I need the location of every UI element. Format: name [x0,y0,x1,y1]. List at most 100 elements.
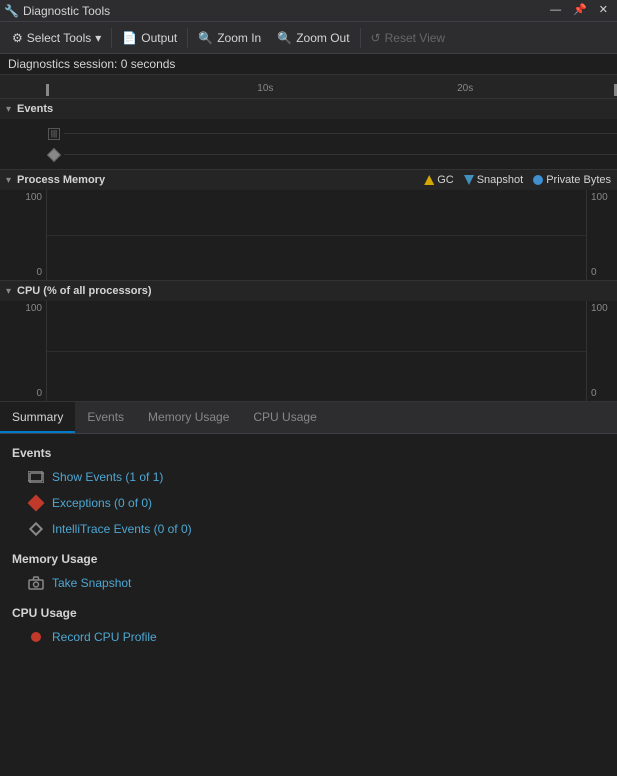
legend-gc: GC [424,174,454,186]
legend-private-bytes-label: Private Bytes [546,174,611,186]
process-memory-section: ▾ Process Memory GC Snapshot Private Byt… [0,170,617,281]
cpu-header: ▾ CPU (% of all processors) [0,281,617,301]
ruler-mark-20s: 20s [457,83,473,94]
events-header: ▾ Events [0,99,617,119]
process-memory-chart-area [46,190,587,280]
select-tools-label: Select Tools [27,31,91,45]
unpin-button[interactable]: 📌 [568,3,592,18]
summary-events-title: Events [0,442,617,464]
toolbar-separator-3 [360,28,361,48]
events-collapse-icon[interactable]: ▾ [6,104,11,115]
close-button[interactable]: ✕ [594,3,613,18]
cpu-chart-body: 100 0 100 0 [0,301,617,401]
title-bar-icon: 🔧 [4,4,19,18]
pm-y-right-bottom: 0 [591,267,597,278]
tab-memory-usage[interactable]: Memory Usage [136,402,241,433]
tab-summary-label: Summary [12,410,63,424]
toolbar-separator-1 [111,28,112,48]
show-events-item[interactable]: Show Events (1 of 1) [0,464,617,490]
event-line-2 [64,154,617,155]
ruler-track: 10s 20s [46,75,617,96]
ruler-start-mark [46,84,49,96]
pin-button[interactable]: — [545,3,566,18]
tab-cpu-usage-label: CPU Usage [253,410,316,424]
tab-cpu-usage[interactable]: CPU Usage [241,402,328,433]
links-icon [28,471,44,483]
events-row: ||| [46,119,617,169]
cpu-y-axis-left: 100 0 [0,301,46,401]
event-track-diamond [46,147,617,163]
pm-y-top: 100 [25,192,42,203]
ruler-mark-10s: 10s [257,83,273,94]
event-bar-icon: ||| [48,128,60,140]
process-memory-header: ▾ Process Memory GC Snapshot Private Byt… [0,170,617,190]
legend-private-bytes: Private Bytes [533,174,611,186]
process-memory-y-axis-right: 100 0 [587,190,617,280]
title-bar: 🔧 Diagnostic Tools — 📌 ✕ [0,0,617,22]
cpu-collapse-icon[interactable]: ▾ [6,286,11,297]
toolbar: ⚙ Select Tools ▾ 📄 Output 🔍 Zoom In 🔍 Zo… [0,22,617,54]
zoom-in-icon: 🔍 [198,31,213,45]
tab-memory-usage-label: Memory Usage [148,410,229,424]
cpu-grid-line-mid [47,351,586,352]
events-title: Events [17,103,53,115]
event-diamond-icon [48,149,60,161]
process-memory-title: Process Memory [17,174,105,186]
event-line-1 [64,133,617,134]
zoom-in-button[interactable]: 🔍 Zoom In [190,22,269,53]
intellitrace-text: IntelliTrace Events (0 of 0) [52,522,192,536]
events-body: ||| [0,119,617,169]
pm-grid-line-mid [47,235,586,236]
record-cpu-text: Record CPU Profile [52,630,157,644]
pm-y-right-top: 100 [591,192,608,203]
zoom-out-icon: 🔍 [277,31,292,45]
timeline-ruler: 10s 20s [0,75,617,99]
title-bar-controls: — 📌 ✕ [545,3,613,18]
events-left-pad [0,119,46,169]
intellitrace-diamond-icon [29,522,43,536]
legend-snapshot-icon [464,175,474,185]
process-memory-chart-body: 100 0 100 0 [0,190,617,280]
select-tools-button[interactable]: ⚙ Select Tools ▾ [4,22,109,53]
process-memory-collapse-icon[interactable]: ▾ [6,175,11,186]
intellitrace-item[interactable]: IntelliTrace Events (0 of 0) [0,516,617,542]
cpu-y-right-bottom: 0 [591,388,597,399]
exceptions-item[interactable]: Exceptions (0 of 0) [0,490,617,516]
select-tools-chevron-icon: ▾ [95,31,101,45]
legend-snapshot: Snapshot [464,174,523,186]
tabs-container: Summary Events Memory Usage CPU Usage [0,402,617,434]
output-button[interactable]: 📄 Output [114,22,185,53]
tab-summary[interactable]: Summary [0,402,75,433]
process-memory-y-axis-left: 100 0 [0,190,46,280]
event-track-bar: ||| [46,126,617,142]
legend-gc-label: GC [437,174,454,186]
exceptions-text: Exceptions (0 of 0) [52,496,152,510]
zoom-out-label: Zoom Out [296,31,349,45]
reset-view-label: Reset View [385,31,445,45]
cpu-y-top: 100 [25,303,42,314]
tab-events[interactable]: Events [75,402,136,433]
reset-view-icon: ↺ [371,31,381,45]
output-label: Output [141,31,177,45]
summary-panel: Events Show Events (1 of 1) Exceptions (… [0,434,617,658]
take-snapshot-item[interactable]: Take Snapshot [0,570,617,596]
exception-diamond-icon [28,495,45,512]
record-circle-icon [31,632,41,642]
show-events-icon [28,469,44,485]
record-cpu-item[interactable]: Record CPU Profile [0,624,617,650]
title-bar-title: Diagnostic Tools [23,4,110,18]
cpu-chart-area [46,301,587,401]
title-bar-left: 🔧 Diagnostic Tools [4,4,110,18]
zoom-out-button[interactable]: 🔍 Zoom Out [269,22,357,53]
reset-view-button[interactable]: ↺ Reset View [363,22,454,53]
intellitrace-icon [28,521,44,537]
session-bar: Diagnostics session: 0 seconds [0,54,617,75]
pm-y-bottom: 0 [36,267,42,278]
camera-svg-icon [28,576,44,590]
process-memory-legend: GC Snapshot Private Bytes [424,174,611,186]
gear-icon: ⚙ [12,31,23,45]
output-icon: 📄 [122,31,137,45]
exceptions-icon [28,495,44,511]
summary-memory-title: Memory Usage [0,548,617,570]
cpu-section: ▾ CPU (% of all processors) 100 0 100 0 [0,281,617,402]
